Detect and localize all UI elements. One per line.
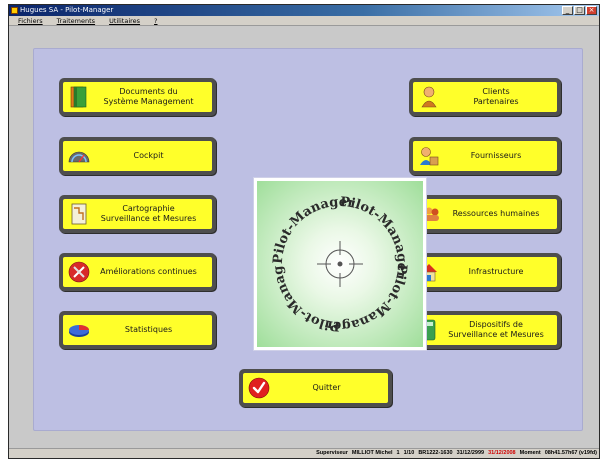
status-role: Superviseur xyxy=(316,450,348,456)
map-icon xyxy=(67,202,91,226)
gauge-icon xyxy=(67,144,91,168)
status-date2: 31/12/2008 xyxy=(488,450,516,456)
window-title: Hugues SA - Pilot-Manager xyxy=(20,6,114,14)
close-button[interactable]: × xyxy=(586,6,597,15)
menu-utilitaires[interactable]: Utilitaires xyxy=(102,16,147,25)
status-counter: 1 xyxy=(396,450,400,456)
fournisseurs-label: Fournisseurs xyxy=(470,151,522,160)
crosshair-icon xyxy=(317,241,363,287)
menu-bar: Fichiers Traitements Utilitaires ? xyxy=(9,16,599,26)
dispositifs-label: Dispositifs de Surveillance et Mesures xyxy=(448,320,544,339)
ameliorations-button[interactable]: Améliorations continues xyxy=(59,253,216,291)
book-icon xyxy=(67,85,91,109)
logo-text-ring: Pilot-Manager Pilot-Manager Pilot-Manage… xyxy=(257,181,409,333)
status-moment-value: 08h41.57h67 (v19fd) xyxy=(544,450,597,456)
cockpit-button[interactable]: Cockpit xyxy=(59,137,216,175)
cockpit-label: Cockpit xyxy=(133,151,164,160)
status-bar: Superviseur MILLIOT Michel 1 1/10 BR1222… xyxy=(9,448,599,458)
menu-help[interactable]: ? xyxy=(147,16,164,25)
ressources-humaines-button[interactable]: Ressources humaines xyxy=(409,195,561,233)
tools-icon xyxy=(67,260,91,284)
menu-fichiers[interactable]: Fichiers xyxy=(11,16,50,25)
clients-label: Clients Partenaires xyxy=(473,87,519,106)
status-page: 1/10 xyxy=(403,450,415,456)
check-icon xyxy=(247,376,271,400)
quit-label: Quitter xyxy=(312,383,341,392)
cartographie-button[interactable]: Cartographie Surveillance et Mesures xyxy=(59,195,216,233)
cartographie-label: Cartographie Surveillance et Mesures xyxy=(100,204,197,223)
title-bar: Hugues SA - Pilot-Manager _ □ × xyxy=(9,5,599,16)
main-panel: Documents du Système Management Cockpit xyxy=(33,48,583,431)
dispositifs-button[interactable]: Dispositifs de Surveillance et Mesures xyxy=(409,311,561,349)
ameliorations-label: Améliorations continues xyxy=(100,267,197,276)
pilot-manager-logo: Pilot-Manager Pilot-Manager Pilot-Manage… xyxy=(254,178,426,350)
maximize-button[interactable]: □ xyxy=(574,6,585,15)
menu-traitements[interactable]: Traitements xyxy=(50,16,102,25)
documents-label: Documents du Système Management xyxy=(103,87,194,106)
supplier-icon xyxy=(417,144,441,168)
status-date1: 31/12/2999 xyxy=(456,450,485,456)
client-icon xyxy=(417,85,441,109)
app-icon xyxy=(11,7,18,14)
statistiques-button[interactable]: Statistiques xyxy=(59,311,216,349)
status-id: BR1222-1630 xyxy=(418,450,453,456)
ressources-humaines-label: Ressources humaines xyxy=(452,209,540,218)
status-user: MILLIOT Michel xyxy=(351,450,393,456)
minimize-button[interactable]: _ xyxy=(562,6,573,15)
infrastructure-label: Infrastructure xyxy=(468,267,524,276)
status-moment-label: Moment xyxy=(519,450,541,456)
statistiques-label: Statistiques xyxy=(124,325,173,334)
fournisseurs-button[interactable]: Fournisseurs xyxy=(409,137,561,175)
application-window: Hugues SA - Pilot-Manager _ □ × Fichiers… xyxy=(8,4,600,459)
quit-button[interactable]: Quitter xyxy=(239,369,392,407)
infrastructure-button[interactable]: Infrastructure xyxy=(409,253,561,291)
clients-button[interactable]: Clients Partenaires xyxy=(409,78,561,116)
window-controls: _ □ × xyxy=(562,6,597,15)
documents-button[interactable]: Documents du Système Management xyxy=(59,78,216,116)
pie-chart-icon xyxy=(67,318,91,342)
